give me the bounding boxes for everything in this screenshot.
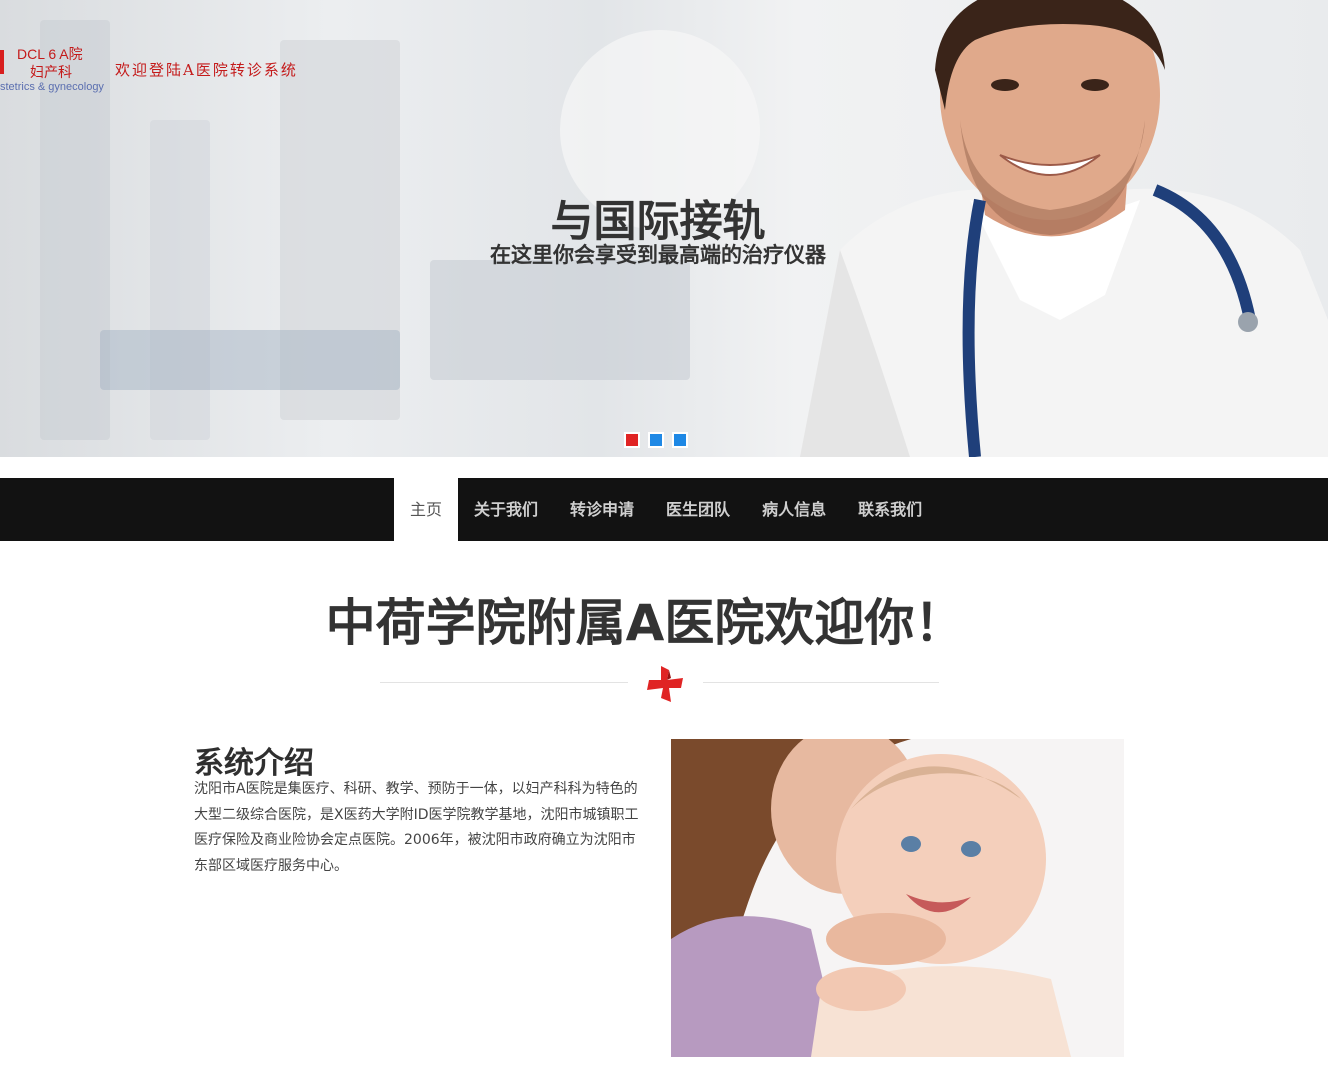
mother-baby-photo xyxy=(671,739,1124,1057)
nav-item-home[interactable]: 主页 xyxy=(394,478,459,541)
slider-dots xyxy=(624,432,688,448)
hero-subtitle: 在这里你会享受到最高端的治疗仪器 xyxy=(490,243,826,267)
intro-text: 沈阳市A医院是集医疗、科研、教学、预防于一体，以妇产科科为特色的大型二级综合医院… xyxy=(194,781,639,874)
logo-english: stetrics & gynecology xyxy=(0,81,104,93)
nav-item-patients[interactable]: 病人信息 xyxy=(746,478,842,541)
nav-menu: 主页 关于我们 转诊申请 医生团队 病人信息 联系我们 xyxy=(394,478,938,541)
nav-item-doctors[interactable]: 医生团队 xyxy=(650,478,746,541)
divider-line xyxy=(703,682,939,683)
logo-subtext: 妇产科 xyxy=(30,64,72,80)
slider-dot-2[interactable] xyxy=(648,432,664,448)
nav-item-contact[interactable]: 联系我们 xyxy=(842,478,938,541)
page-title: 中荷学院附属A医院欢迎你！ xyxy=(325,594,965,652)
logo-mark xyxy=(0,50,4,74)
slider-dot-1[interactable] xyxy=(624,432,640,448)
hero-banner: DCL 6 A院 妇产科 stetrics & gynecology 欢迎登陆A… xyxy=(0,0,1328,457)
slider-dot-3[interactable] xyxy=(672,432,688,448)
bg-blur-shape xyxy=(100,330,400,390)
logo-text: DCL 6 A院 xyxy=(17,46,83,62)
red-cross-icon xyxy=(647,666,683,702)
nav-item-about[interactable]: 关于我们 xyxy=(458,478,554,541)
bg-blur-shape xyxy=(150,120,210,440)
divider-line xyxy=(380,682,628,683)
main-nav: 主页 关于我们 转诊申请 医生团队 病人信息 联系我们 xyxy=(0,478,1328,541)
bg-blur-shape xyxy=(430,260,690,380)
intro-title: 系统介绍 xyxy=(194,746,314,781)
welcome-text: 欢迎登陆A医院转诊系统 xyxy=(115,61,298,79)
nav-item-referral[interactable]: 转诊申请 xyxy=(554,478,650,541)
